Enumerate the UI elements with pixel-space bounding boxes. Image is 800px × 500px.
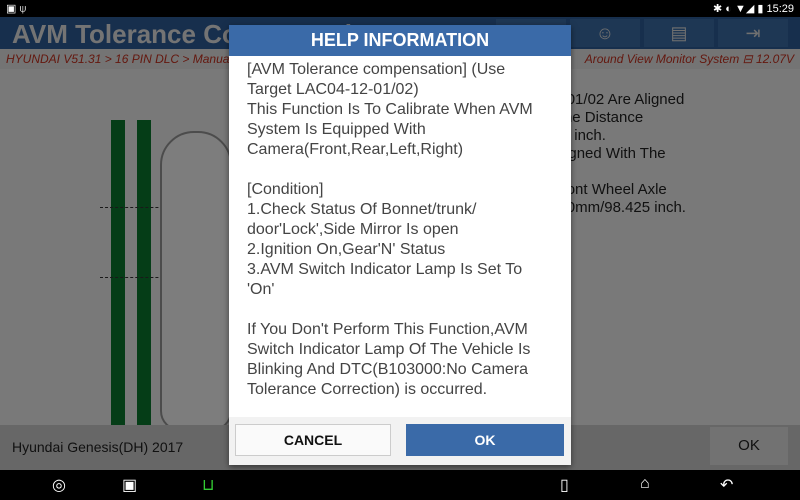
ok-button[interactable]: OK — [406, 424, 564, 456]
gallery-icon[interactable]: ▣ — [122, 475, 137, 495]
cancel-button[interactable]: CANCEL — [235, 424, 391, 456]
browser-icon[interactable]: ◎ — [52, 475, 66, 495]
status-bar: ▣ ⍦ ✱ ◐ ▼◢ ▮ 15:29 — [0, 0, 800, 17]
back-icon[interactable]: ↶ — [720, 475, 733, 495]
dialog-body[interactable]: [AVM Tolerance compensation] (Use Target… — [229, 56, 571, 411]
notification-icons: ▣ ⍦ — [6, 3, 27, 15]
vci-icon[interactable]: ⊔ — [202, 475, 214, 495]
help-dialog: HELP INFORMATION [AVM Tolerance compensa… — [229, 25, 571, 465]
dialog-title: HELP INFORMATION — [229, 25, 571, 56]
clock: 15:29 — [766, 3, 794, 15]
dialog-buttons: CANCEL OK — [229, 417, 571, 465]
recents-icon[interactable]: ▯ — [560, 475, 569, 495]
status-icons: ✱ ◐ ▼◢ ▮ — [712, 3, 764, 15]
home-icon[interactable]: ⌂ — [640, 475, 650, 493]
android-navbar: ◎ ▣ ⊔ ▯ ⌂ ↶ — [0, 470, 800, 500]
